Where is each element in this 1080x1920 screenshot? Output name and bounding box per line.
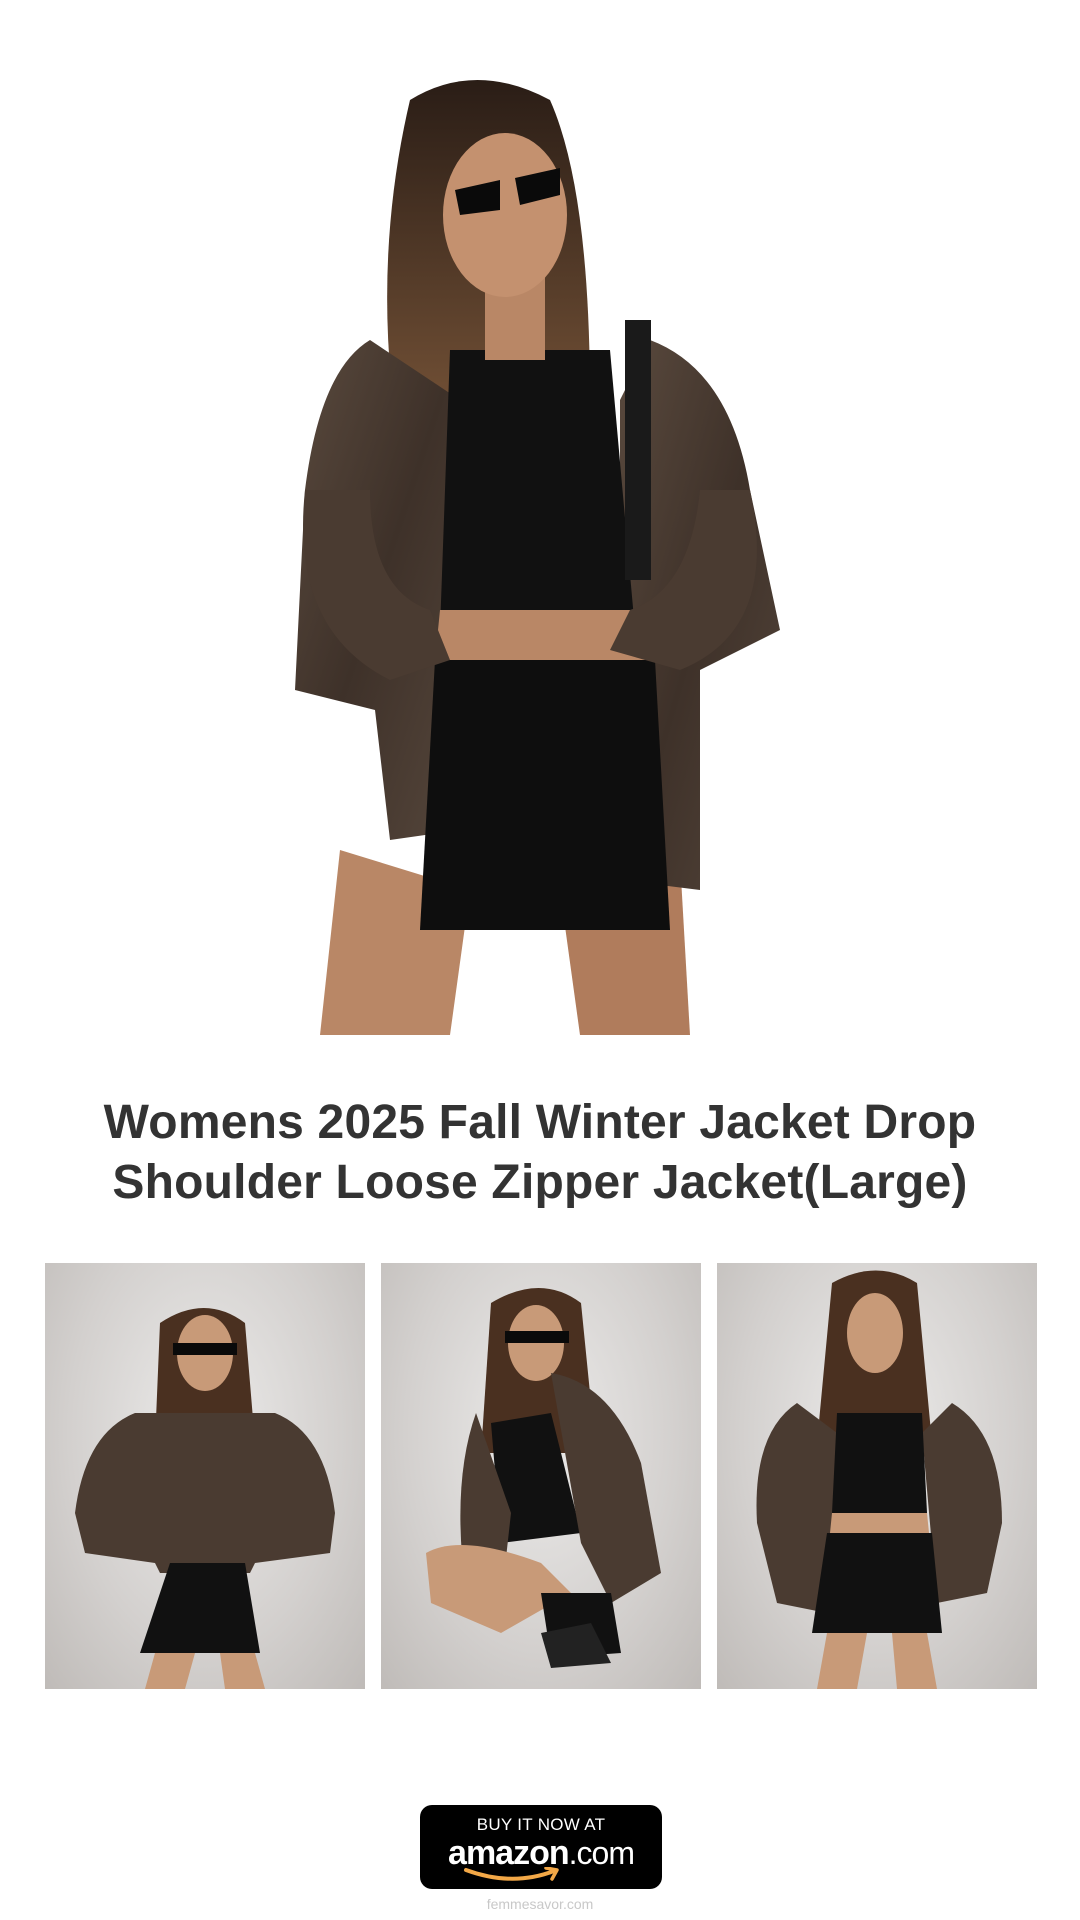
buy-on-amazon-button[interactable]: BUY IT NOW AT amazon.com: [420, 1805, 662, 1889]
product-gallery: [45, 1263, 1037, 1689]
buy-it-now-label: BUY IT NOW AT: [476, 1815, 606, 1834]
gallery-image-1[interactable]: [45, 1263, 365, 1689]
model-standing-front-icon: [75, 1308, 335, 1689]
amazon-brand-tld: .com: [568, 1835, 635, 1871]
gallery-image-2[interactable]: [381, 1263, 701, 1689]
product-title: Womens 2025 Fall Winter Jacket Drop Shou…: [103, 1096, 977, 1209]
model-standing-open-jacket-icon: [756, 1270, 1002, 1689]
hero-product-image[interactable]: [260, 70, 830, 1035]
amazon-smile-icon: [464, 1867, 559, 1881]
model-crouching-icon: [426, 1288, 661, 1668]
site-credit: femmesavor.com: [486, 1896, 594, 1912]
model-photo-icon: [295, 80, 780, 1035]
gallery-image-3[interactable]: [717, 1263, 1037, 1689]
